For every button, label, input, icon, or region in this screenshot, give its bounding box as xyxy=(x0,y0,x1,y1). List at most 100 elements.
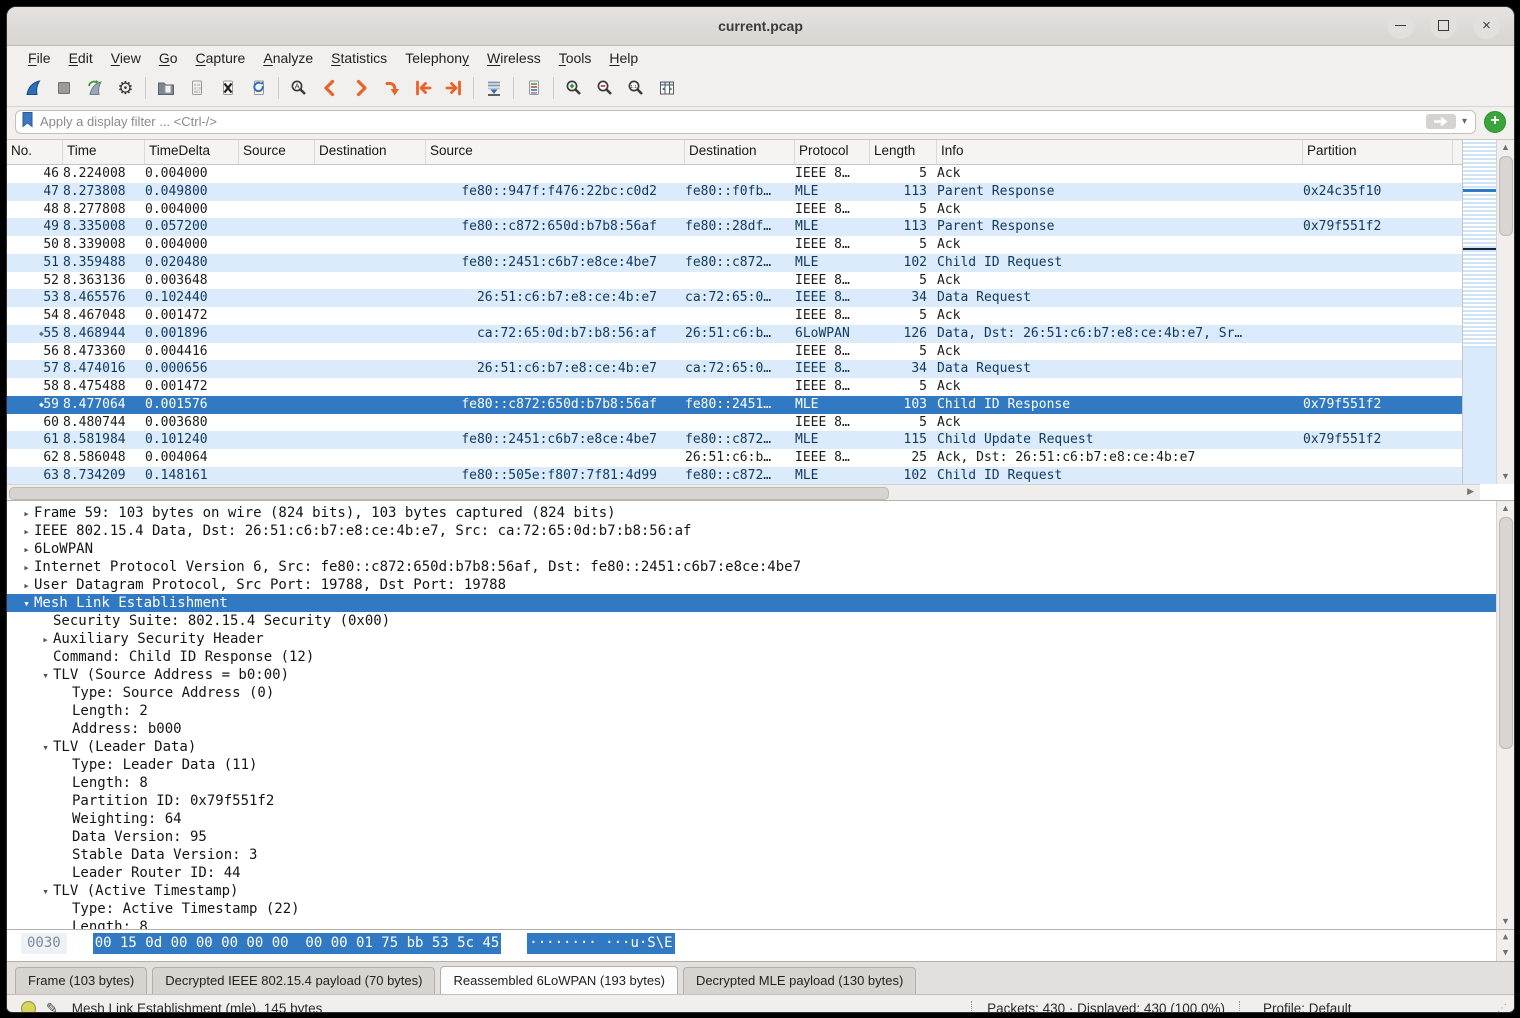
zoom-out-button[interactable] xyxy=(589,74,620,102)
filter-apply-button[interactable] xyxy=(1426,114,1456,129)
tab-decrypted-ieee-802-15-4-payload-70-bytes[interactable]: Decrypted IEEE 802.15.4 payload (70 byte… xyxy=(152,967,435,994)
capture-options-button[interactable]: ⚙ xyxy=(110,74,141,102)
detail-line[interactable]: Data Version: 95 xyxy=(7,828,1497,846)
scroll-up-arrow[interactable]: ▲ xyxy=(1497,140,1514,155)
vscrollbar-thumb[interactable] xyxy=(1499,156,1513,236)
tab-reassembled-6lowpan-193-bytes[interactable]: Reassembled 6LoWPAN (193 bytes) xyxy=(440,966,677,994)
detail-line[interactable]: Length: 2 xyxy=(7,702,1497,720)
go-to-packet-button[interactable] xyxy=(376,74,407,102)
hex-bytes-selected[interactable]: 00 15 0d 00 00 00 00 00 00 00 01 75 bb 5… xyxy=(93,933,502,954)
go-forward-button[interactable] xyxy=(345,74,376,102)
find-packet-button[interactable]: A xyxy=(283,74,314,102)
status-profile[interactable]: Profile: Default xyxy=(1255,1001,1493,1013)
detail-line[interactable]: ▾Mesh Link Establishment xyxy=(7,594,1497,612)
expander-collapsed-icon[interactable]: ▸ xyxy=(19,505,34,522)
expander-collapsed-icon[interactable]: ▸ xyxy=(19,577,34,594)
packet-list-scrollbar[interactable]: ▲ ▼ xyxy=(1496,140,1514,484)
menu-telephony[interactable]: Telephony xyxy=(396,48,478,68)
hex-ascii-selected[interactable]: ········ ···u·S\E xyxy=(527,933,674,954)
packet-row-51[interactable]: 518.3594880.020480fe80::2451:c6b7:e8ce:4… xyxy=(7,254,1463,272)
packet-row-52[interactable]: 528.3631360.003648IEEE 8…5Ack xyxy=(7,272,1463,290)
column-header-source2[interactable]: Source xyxy=(426,140,685,164)
reload-file-button[interactable] xyxy=(243,74,274,102)
column-header-protocol[interactable]: Protocol xyxy=(795,140,870,164)
column-header-time[interactable]: Time xyxy=(63,140,145,164)
menu-view[interactable]: View xyxy=(102,48,150,68)
go-first-button[interactable] xyxy=(407,74,438,102)
save-file-button[interactable]: 010101100011 xyxy=(181,74,212,102)
packet-row-50[interactable]: 508.3390080.004000IEEE 8…5Ack xyxy=(7,236,1463,254)
detail-line[interactable]: ▾TLV (Active Timestamp) xyxy=(7,882,1497,900)
resize-grip[interactable]: ⋰ xyxy=(1497,1003,1508,1013)
detail-line[interactable]: ▸User Datagram Protocol, Src Port: 19788… xyxy=(7,576,1497,594)
tab-decrypted-mle-payload-130-bytes[interactable]: Decrypted MLE payload (130 bytes) xyxy=(683,967,916,994)
filter-bookmark-icon[interactable] xyxy=(20,111,35,133)
menu-edit[interactable]: Edit xyxy=(60,48,102,68)
menu-go[interactable]: Go xyxy=(150,48,187,68)
packet-minimap[interactable] xyxy=(1462,140,1497,484)
expander-collapsed-icon[interactable]: ▸ xyxy=(19,541,34,558)
hscroll-right-arrow[interactable]: ▶ xyxy=(1467,486,1474,497)
stop-capture-button[interactable] xyxy=(48,74,79,102)
column-header-destination[interactable]: Destination xyxy=(315,140,426,164)
expander-expanded-icon[interactable]: ▾ xyxy=(38,739,53,756)
zoom-in-button[interactable] xyxy=(558,74,589,102)
go-back-button[interactable] xyxy=(314,74,345,102)
detail-line[interactable]: Partition ID: 0x79f551f2 xyxy=(7,792,1497,810)
menu-capture[interactable]: Capture xyxy=(187,48,255,68)
detail-line[interactable]: Length: 8 xyxy=(7,918,1497,930)
expander-expanded-icon[interactable]: ▾ xyxy=(38,883,53,900)
tab-frame-103-bytes[interactable]: Frame (103 bytes) xyxy=(15,967,147,994)
title-bar[interactable]: current.pcap × xyxy=(7,7,1514,46)
column-header-info[interactable]: Info xyxy=(937,140,1303,164)
detail-line[interactable]: Stable Data Version: 3 xyxy=(7,846,1497,864)
column-header-destination2[interactable]: Destination xyxy=(685,140,795,164)
packet-row-62[interactable]: 628.5860480.00406426:51:c6:b…IEEE 8…25Ac… xyxy=(7,449,1463,467)
detail-line[interactable]: ▾TLV (Leader Data) xyxy=(7,738,1497,756)
minimize-button[interactable] xyxy=(1387,12,1414,39)
hex-scroll-down-arrow[interactable]: ▼ xyxy=(1497,946,1514,961)
packet-row-53[interactable]: 538.4655760.10244026:51:c6:b7:e8:ce:4b:e… xyxy=(7,289,1463,307)
detail-line[interactable]: ▸6LoWPAN xyxy=(7,540,1497,558)
detail-line[interactable]: Address: b000 xyxy=(7,720,1497,738)
zoom-original-button[interactable]: 1:1 xyxy=(620,74,651,102)
packet-row-63[interactable]: 638.7342090.148161fe80::505e:f807:7f81:4… xyxy=(7,467,1463,485)
hex-scrollbar[interactable]: ▲ ▼ xyxy=(1496,930,1514,961)
detail-line[interactable]: Type: Active Timestamp (22) xyxy=(7,900,1497,918)
packet-row-58[interactable]: 588.4754880.001472IEEE 8…5Ack xyxy=(7,378,1463,396)
capture-comment-icon[interactable]: ✎ xyxy=(46,1000,58,1013)
menu-file[interactable]: File xyxy=(19,48,60,68)
expander-collapsed-icon[interactable]: ▸ xyxy=(19,523,34,540)
restart-capture-button[interactable] xyxy=(79,74,110,102)
packet-row-49[interactable]: 498.3350080.057200fe80::c872:650d:b7b8:5… xyxy=(7,218,1463,236)
detail-line[interactable]: Weighting: 64 xyxy=(7,810,1497,828)
detail-line[interactable]: ▸Auxiliary Security Header xyxy=(7,630,1497,648)
open-file-button[interactable] xyxy=(150,74,181,102)
packet-row-56[interactable]: 568.4733600.004416IEEE 8…5Ack xyxy=(7,343,1463,361)
details-scroll-down-arrow[interactable]: ▼ xyxy=(1497,914,1514,929)
detail-line[interactable]: ▸IEEE 802.15.4 Data, Dst: 26:51:c6:b7:e8… xyxy=(7,522,1497,540)
colorize-button[interactable] xyxy=(518,74,549,102)
filter-dropdown-caret[interactable]: ▾ xyxy=(1462,116,1467,127)
packet-row-57[interactable]: 578.4740160.00065626:51:c6:b7:e8:ce:4b:e… xyxy=(7,360,1463,378)
auto-scroll-button[interactable] xyxy=(478,74,509,102)
packet-row-46[interactable]: 468.2240080.004000IEEE 8…5Ack xyxy=(7,165,1463,183)
detail-line[interactable]: Type: Source Address (0) xyxy=(7,684,1497,702)
packet-row-60[interactable]: 608.4807440.003680IEEE 8…5Ack xyxy=(7,414,1463,432)
close-file-button[interactable] xyxy=(212,74,243,102)
column-header-partition[interactable]: Partition xyxy=(1303,140,1453,164)
column-header-no[interactable]: No. xyxy=(7,140,63,164)
details-scrollbar-thumb[interactable] xyxy=(1499,517,1513,749)
menu-wireless[interactable]: Wireless xyxy=(478,48,550,68)
expander-collapsed-icon[interactable]: ▸ xyxy=(38,631,53,648)
packet-bytes-pane[interactable]: 003000 15 0d 00 00 00 00 00 00 00 01 75 … xyxy=(7,930,1514,962)
hex-scroll-up-arrow[interactable]: ▲ xyxy=(1497,930,1514,945)
column-header-timedelta[interactable]: TimeDelta xyxy=(145,140,239,164)
close-button[interactable]: × xyxy=(1473,12,1500,39)
packet-row-47[interactable]: 478.2738080.049800fe80::947f:f476:22bc:c… xyxy=(7,183,1463,201)
detail-line[interactable]: Command: Child ID Response (12) xyxy=(7,648,1497,666)
resize-columns-button[interactable] xyxy=(651,74,682,102)
expander-expanded-icon[interactable]: ▾ xyxy=(38,667,53,684)
start-capture-button[interactable] xyxy=(17,74,48,102)
menu-help[interactable]: Help xyxy=(600,48,647,68)
